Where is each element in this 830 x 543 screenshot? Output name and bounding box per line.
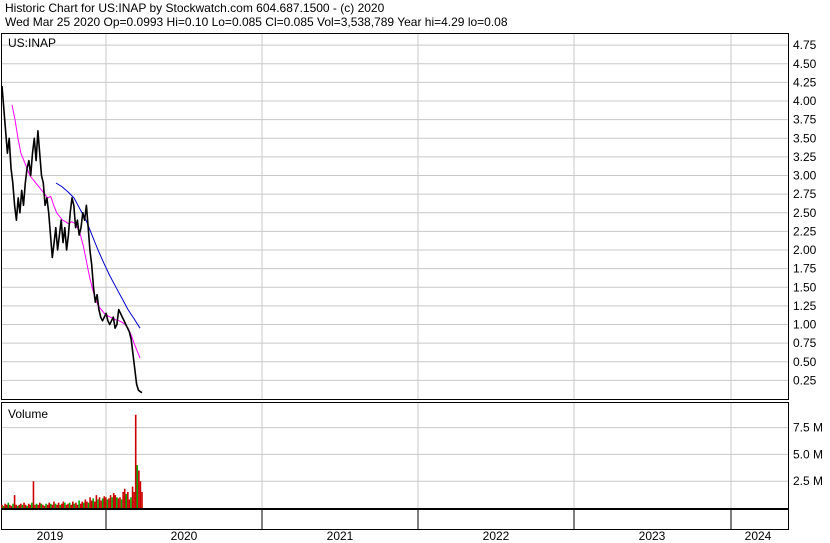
price-tick-label: 2.50 [793, 206, 817, 220]
year-tick-label: 2019 [37, 529, 64, 543]
price-tick-label: 1.50 [793, 280, 817, 294]
price-tick-label: 1.75 [793, 262, 817, 276]
year-tick-label: 2021 [327, 529, 354, 543]
volume-tick-label: 2.5 M [793, 474, 823, 488]
price-tick-label: 1.25 [793, 299, 817, 313]
price-tick-label: 3.00 [793, 169, 817, 183]
price-tick-label: 4.00 [793, 94, 817, 108]
price-tick-label: 4.25 [793, 75, 817, 89]
volume-tick-label: 7.5 M [793, 421, 823, 435]
time-axis-strip [1, 509, 789, 530]
price-tick-label: 3.75 [793, 113, 817, 127]
price-tick-label: 1.00 [793, 318, 817, 332]
price-panel-frame [1, 33, 789, 400]
price-tick-label: 0.50 [793, 355, 817, 369]
price-tick-label: 3.25 [793, 150, 817, 164]
year-tick-label: 2022 [483, 529, 510, 543]
price-tick-label: 3.50 [793, 131, 817, 145]
price-tick-label: 2.00 [793, 243, 817, 257]
year-tick-label: 2024 [745, 529, 772, 543]
price-tick-label: 4.50 [793, 57, 817, 71]
price-tick-label: 2.75 [793, 187, 817, 201]
volume-panel-frame [1, 402, 789, 509]
volume-tick-label: 5.0 M [793, 447, 823, 461]
price-panel-title: US:INAP [8, 36, 56, 50]
price-tick-label: 0.25 [793, 373, 817, 387]
year-tick-label: 2020 [171, 529, 198, 543]
price-tick-label: 0.75 [793, 336, 817, 350]
year-tick-label: 2023 [639, 529, 666, 543]
volume-panel-title: Volume [8, 407, 48, 421]
stock-chart: 4.75 4.50 4.25 4.00 3.75 3.50 3.25 3.00 2.75 2.50… [1, 33, 823, 543]
price-tick-label: 2.25 [793, 224, 817, 238]
price-tick-label: 4.75 [793, 38, 817, 52]
